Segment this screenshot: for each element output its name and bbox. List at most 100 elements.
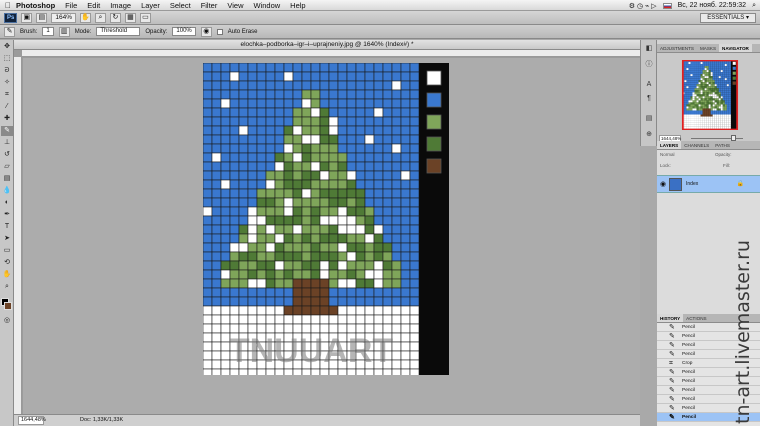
palette-color-swatch[interactable]: [426, 158, 442, 174]
tab-channels[interactable]: CHANNELS: [681, 141, 712, 149]
bridge-icon[interactable]: ▣: [21, 12, 33, 23]
arrange-docs-icon[interactable]: ▦: [124, 12, 136, 23]
history-brush-tool-icon[interactable]: ↺: [1, 150, 13, 160]
palette-color-swatch[interactable]: [426, 92, 442, 108]
minibridge-icon[interactable]: ▤: [36, 12, 48, 23]
spotlight-icon[interactable]: ⌕: [752, 2, 756, 10]
info-panel-icon[interactable]: ⓘ: [643, 60, 655, 70]
clone-source-icon[interactable]: ⊕: [643, 130, 655, 140]
document-title[interactable]: elochka–podborka–igr–i–uprajneniy.jpg @ …: [14, 40, 640, 50]
gradient-tool-icon[interactable]: ▤: [1, 174, 13, 184]
eraser-tool-icon[interactable]: ▱: [1, 162, 13, 172]
menu-app-name[interactable]: Photoshop: [16, 1, 55, 10]
pixel-cell: [724, 92, 727, 95]
pixel-cell: [364, 63, 375, 73]
layer-name[interactable]: Index: [686, 181, 698, 187]
move-tool-icon[interactable]: ✥: [1, 42, 13, 52]
status-icons[interactable]: ⚙ ◷ ⌁ ▷: [629, 2, 657, 10]
input-flag-icon[interactable]: [662, 2, 672, 9]
color-panel-icon[interactable]: ◧: [643, 44, 655, 54]
hand-tool-icon[interactable]: ✋: [79, 12, 91, 23]
brush-size-picker[interactable]: 1: [42, 27, 54, 36]
blend-mode-select[interactable]: Normal: [660, 152, 675, 159]
brush-panel-icon[interactable]: ▤: [643, 114, 655, 124]
palette-color-swatch[interactable]: [426, 114, 442, 130]
menu-view[interactable]: View: [227, 1, 243, 10]
ruler-horizontal[interactable]: [22, 50, 640, 57]
auto-erase-checkbox[interactable]: [216, 28, 223, 35]
quick-mask-icon[interactable]: ◎: [1, 316, 13, 326]
menu-layer[interactable]: Layer: [141, 1, 160, 10]
pixel-cell: [391, 197, 402, 208]
background-color-swatch[interactable]: [4, 302, 12, 310]
pencil-preset-icon[interactable]: ✎: [4, 26, 15, 37]
ruler-vertical[interactable]: [14, 57, 22, 414]
pixel-art-canvas[interactable]: TNUUART: [203, 63, 449, 375]
tab-actions[interactable]: ACTIONS: [683, 314, 709, 322]
pixel-cell: [692, 90, 695, 93]
menu-file[interactable]: File: [65, 1, 77, 10]
palette-color-swatch[interactable]: [732, 71, 736, 75]
tab-navigator[interactable]: NAVIGATOR: [719, 44, 752, 52]
menu-window[interactable]: Window: [253, 1, 280, 10]
quick-select-tool-icon[interactable]: ✧: [1, 78, 13, 88]
zoom-level-select[interactable]: 164%: [51, 12, 76, 23]
opacity-field[interactable]: 100%: [172, 27, 196, 36]
pixel-cell: [283, 161, 294, 172]
pixel-cell: [211, 215, 222, 226]
tab-layers[interactable]: LAYERS: [657, 141, 682, 149]
navigator-thumbnail[interactable]: [677, 60, 743, 130]
palette-color-swatch[interactable]: [426, 70, 442, 86]
eyedropper-tool-icon[interactable]: ⁄: [1, 102, 13, 112]
dodge-tool-icon[interactable]: ◐: [1, 198, 13, 208]
workspace-switcher[interactable]: ESSENTIALS ▾: [700, 13, 756, 23]
tab-paths[interactable]: PATHS: [712, 141, 733, 149]
menu-select[interactable]: Select: [170, 1, 191, 10]
apple-menu-icon[interactable]: : [0, 1, 16, 10]
menu-edit[interactable]: Edit: [87, 1, 100, 10]
hand-tool-icon[interactable]: ✋: [1, 270, 13, 280]
menu-filter[interactable]: Filter: [201, 1, 218, 10]
pixel-cell: [211, 359, 222, 370]
path-select-tool-icon[interactable]: ➤: [1, 234, 13, 244]
blur-tool-icon[interactable]: 💧: [1, 186, 13, 196]
palette-color-swatch[interactable]: [732, 81, 736, 85]
pixel-cell: [355, 134, 366, 145]
visibility-eye-icon[interactable]: ◉: [660, 180, 666, 188]
palette-color-swatch[interactable]: [732, 61, 736, 66]
crop-tool-icon[interactable]: ⌗: [1, 90, 13, 100]
status-doc-info[interactable]: Doc: 1,33K/1,33K: [80, 415, 123, 426]
tab-history[interactable]: HISTORY: [657, 314, 684, 322]
lasso-tool-icon[interactable]: ᘐ: [1, 66, 13, 76]
layer-row[interactable]: ◉ Index 🔒: [657, 175, 760, 193]
pen-tool-icon[interactable]: ✒: [1, 210, 13, 220]
brush-panel-icon[interactable]: ▥: [58, 26, 70, 37]
pressure-opacity-icon[interactable]: ◉: [200, 26, 212, 37]
pixel-cell: [718, 68, 721, 71]
palette-color-swatch[interactable]: [426, 136, 442, 152]
type-tool-icon[interactable]: T: [1, 222, 13, 232]
palette-color-swatch[interactable]: [732, 66, 736, 70]
marquee-tool-icon[interactable]: ⬚: [1, 54, 13, 64]
tab-adjustments[interactable]: ADJUSTMENTS: [657, 44, 697, 52]
menu-help[interactable]: Help: [290, 1, 305, 10]
shape-tool-icon[interactable]: ▭: [1, 246, 13, 256]
paragraph-panel-icon[interactable]: ¶: [643, 94, 655, 104]
pencil-tool-icon[interactable]: ✎: [1, 126, 13, 136]
3d-rotate-tool-icon[interactable]: ⟲: [1, 258, 13, 268]
character-panel-icon[interactable]: A: [643, 80, 655, 90]
clock-text[interactable]: Вс, 22 нояб. 22:59:32: [678, 2, 747, 9]
palette-color-swatch[interactable]: [732, 76, 736, 80]
screen-mode-icon[interactable]: ▭: [139, 12, 151, 23]
pixel-cell: [706, 100, 709, 103]
rotate-view-icon[interactable]: ↻: [109, 12, 121, 23]
healing-tool-icon[interactable]: ✚: [1, 114, 13, 124]
pixel-cell: [292, 63, 303, 73]
tab-masks[interactable]: MASKS: [697, 44, 719, 52]
mode-select[interactable]: Threshold: [96, 27, 141, 36]
menu-image[interactable]: Image: [110, 1, 131, 10]
status-zoom-field[interactable]: 1644,48%: [18, 416, 46, 425]
zoom-tool-icon[interactable]: ⌕: [1, 282, 13, 292]
clone-stamp-tool-icon[interactable]: ⊥: [1, 138, 13, 148]
zoom-tool-icon[interactable]: ⌕: [94, 12, 106, 23]
